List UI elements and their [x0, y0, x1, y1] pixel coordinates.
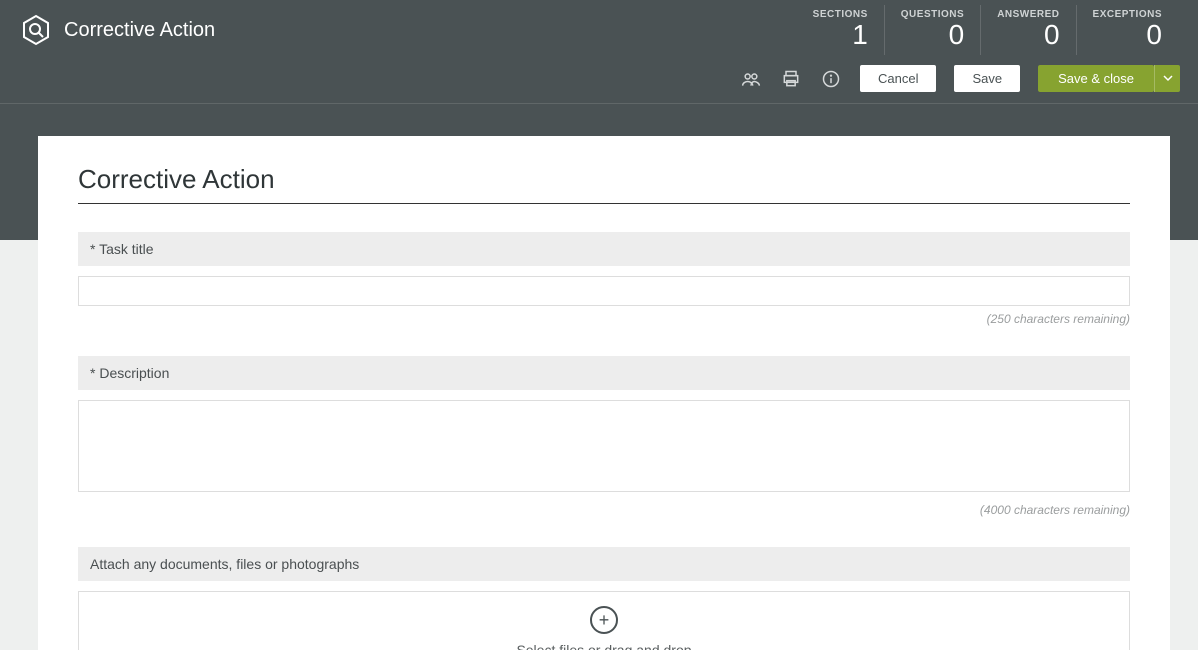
- stat-value: 0: [901, 20, 964, 51]
- save-close-button[interactable]: Save & close: [1038, 65, 1154, 92]
- save-close-dropdown[interactable]: [1154, 65, 1180, 92]
- description-input[interactable]: [78, 400, 1130, 492]
- save-close-group: Save & close: [1038, 65, 1180, 92]
- stat-questions: QUESTIONS 0: [884, 5, 980, 55]
- attachments-dropzone[interactable]: + Select files or drag and drop: [78, 591, 1130, 650]
- page-title: Corrective Action: [64, 19, 215, 42]
- field-description: * Description (4000 characters remaining…: [78, 356, 1130, 517]
- task-title-input[interactable]: [78, 276, 1130, 306]
- field-task-title: * Task title (250 characters remaining): [78, 232, 1130, 326]
- caret-down-icon: [1163, 71, 1173, 86]
- stat-sections: SECTIONS 1: [794, 5, 884, 55]
- field-attachments: Attach any documents, files or photograp…: [78, 547, 1130, 650]
- stat-answered: ANSWERED 0: [980, 5, 1075, 55]
- info-icon[interactable]: [820, 68, 842, 90]
- stat-value: 1: [810, 20, 868, 51]
- action-bar: Cancel Save Save & close: [0, 60, 1198, 104]
- plus-circle-icon: +: [590, 606, 618, 634]
- save-button[interactable]: Save: [954, 65, 1020, 92]
- brand: Corrective Action: [20, 14, 215, 46]
- cancel-button[interactable]: Cancel: [860, 65, 936, 92]
- description-label: * Description: [78, 356, 1130, 390]
- stat-value: 0: [1093, 20, 1162, 51]
- magnifier-hex-icon: [20, 14, 52, 46]
- task-title-label: * Task title: [78, 232, 1130, 266]
- task-title-remaining: (250 characters remaining): [78, 312, 1130, 326]
- stat-exceptions: EXCEPTIONS 0: [1076, 5, 1178, 55]
- form-heading: Corrective Action: [78, 164, 1130, 204]
- content-scroll[interactable]: Corrective Action * Task title (250 char…: [0, 104, 1198, 650]
- form-card: Corrective Action * Task title (250 char…: [38, 136, 1170, 650]
- attachments-label: Attach any documents, files or photograp…: [78, 547, 1130, 581]
- people-icon[interactable]: [740, 68, 762, 90]
- description-remaining: (4000 characters remaining): [78, 503, 1130, 517]
- stats-bar: SECTIONS 1 QUESTIONS 0 ANSWERED 0 EXCEPT…: [794, 5, 1178, 55]
- top-bar: Corrective Action SECTIONS 1 QUESTIONS 0…: [0, 0, 1198, 60]
- dropzone-text: Select files or drag and drop: [516, 642, 691, 650]
- print-icon[interactable]: [780, 68, 802, 90]
- stat-value: 0: [997, 20, 1059, 51]
